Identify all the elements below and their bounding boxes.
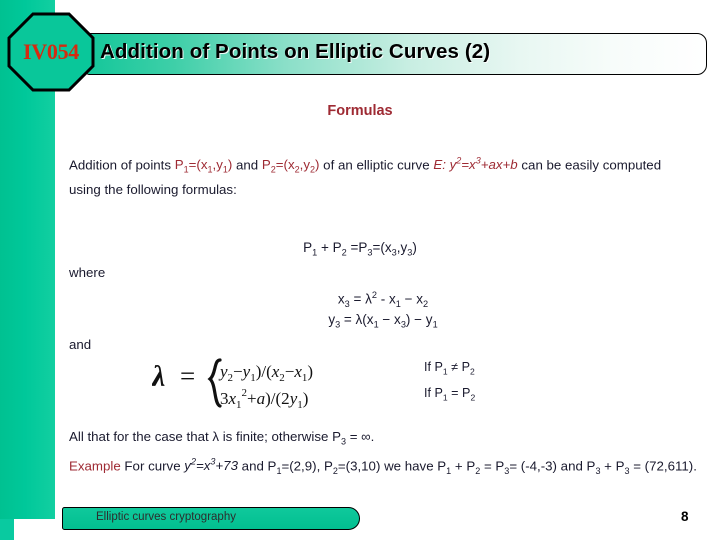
condition-p1-equal-p2: If P1 = P2 bbox=[424, 386, 475, 403]
p2-eq: =(x bbox=[275, 157, 295, 173]
p1-mid: ,y bbox=[212, 157, 223, 173]
label-where: where bbox=[69, 265, 106, 280]
curve-label: E bbox=[433, 157, 443, 173]
eqm-close: ) bbox=[412, 240, 417, 255]
cond2-prefix: If P bbox=[424, 386, 443, 400]
eqm-eq: = bbox=[346, 240, 359, 255]
curve-colon: : bbox=[442, 157, 450, 173]
y3-op: = λ(x bbox=[340, 312, 374, 327]
svg-text:y2−y1)/(x2−x1): y2−y1)/(x2−x1) bbox=[218, 362, 313, 384]
intro-text-2: and bbox=[232, 157, 262, 173]
point-p1: P1=(x1,y1) bbox=[174, 157, 233, 175]
note-infinite-case: All that for the case that λ is finite; … bbox=[69, 429, 374, 447]
p1-eq: =(x bbox=[188, 157, 208, 173]
intro-text-3: of an elliptic curve bbox=[319, 157, 434, 173]
example-label: Example bbox=[69, 458, 121, 474]
svg-text:=: = bbox=[180, 361, 195, 391]
equation-point-addition: P1 + P2 =P3=(x3,y3) bbox=[0, 240, 720, 258]
svg-text:λ: λ bbox=[152, 360, 165, 393]
eqm-p2: P bbox=[332, 240, 342, 255]
footer-label: Elliptic curves cryptography bbox=[96, 511, 236, 523]
ex-text-b: and P bbox=[237, 458, 277, 474]
note-text-a: All that for the case that λ is finite; … bbox=[69, 429, 341, 444]
ex-text-f: = P bbox=[480, 458, 505, 474]
section-heading: Formulas bbox=[327, 103, 393, 119]
curve-rest: +ax+b bbox=[480, 157, 518, 173]
svg-text:3x12+a)/(2y1): 3x12+a)/(2y1) bbox=[220, 387, 308, 411]
intro-paragraph: Addition of points P1=(x1,y1) and P2=(x2… bbox=[69, 152, 691, 199]
p2-letter: P bbox=[261, 157, 271, 173]
cond1-op: ≠ P bbox=[447, 360, 470, 374]
intro-text-1: Addition of points bbox=[69, 157, 175, 173]
eqm-comma: ,y bbox=[396, 240, 408, 255]
cond1-sub2: 2 bbox=[469, 366, 475, 377]
left-strip-foot-accent bbox=[0, 519, 14, 540]
lambda-formula-graphic: λ = y2−y1)/(x2−x1) 3x12+a)/(2y1) bbox=[152, 358, 313, 411]
ex-curve-y: y bbox=[184, 458, 191, 474]
ex-text-h: + P bbox=[600, 458, 625, 474]
x3-op: = λ bbox=[349, 291, 372, 307]
example-paragraph: Example For curve y2=x3+73 and P1=(2,9),… bbox=[69, 452, 709, 481]
cond2-op: = P bbox=[447, 386, 471, 400]
p1-letter: P bbox=[174, 157, 184, 173]
cond2-sub2: 2 bbox=[470, 392, 476, 403]
equation-y3: y3 = λ(x1 − x3) − y1 bbox=[0, 312, 720, 330]
ex-text-i: = (72,611). bbox=[629, 458, 697, 474]
ex-curve: y2=x3+73 bbox=[184, 457, 238, 474]
ex-text-e: + P bbox=[451, 458, 476, 474]
page-title: Addition of Points on Elliptic Curves (2… bbox=[100, 40, 491, 63]
y3-s3: 1 bbox=[432, 319, 438, 330]
page-number: 8 bbox=[681, 509, 689, 524]
curve-eq: =x bbox=[461, 157, 476, 173]
ex-text-c: =(2,9), P bbox=[281, 458, 333, 474]
ex-text-g: = (-4,-3) and P bbox=[509, 458, 596, 474]
point-p2: P2=(x2,y2) bbox=[261, 157, 320, 175]
x3-mid: - x bbox=[377, 291, 396, 307]
course-code-badge: IV054 bbox=[7, 12, 95, 92]
cond1-prefix: If P bbox=[424, 360, 443, 374]
eqm-eq2: =(x bbox=[372, 240, 392, 255]
equation-x3: x3 = λ2 - x1 − x2 bbox=[0, 290, 720, 309]
y3-minus: − x bbox=[378, 312, 401, 327]
ex-text-a: For curve bbox=[120, 458, 185, 474]
x3-minus: − x bbox=[400, 291, 423, 307]
ex-text-d: =(3,10) we have P bbox=[337, 458, 447, 474]
ex-curve-const: +73 bbox=[215, 458, 238, 474]
lambda-piecewise-formula: λ = y2−y1)/(x2−x1) 3x12+a)/(2y1) bbox=[152, 352, 412, 414]
label-and: and bbox=[69, 337, 92, 352]
note-text-b: = ∞. bbox=[346, 429, 375, 444]
x3-lhs: x bbox=[337, 291, 345, 307]
eqm-p1: P bbox=[303, 240, 313, 255]
p2-mid: ,y bbox=[299, 157, 311, 173]
curve-equation: E: y2=x3+ax+b bbox=[433, 156, 518, 173]
eqm-plus: + bbox=[317, 240, 333, 255]
slide-canvas: Addition of Points on Elliptic Curves (2… bbox=[0, 0, 720, 540]
y3-close: ) − y bbox=[405, 312, 433, 327]
course-code-label: IV054 bbox=[23, 39, 79, 64]
condition-p1-not-equal-p2: If P1 ≠ P2 bbox=[424, 360, 475, 377]
ex-curve-eq: =x bbox=[195, 458, 211, 474]
x3-s2: 2 bbox=[423, 299, 429, 310]
